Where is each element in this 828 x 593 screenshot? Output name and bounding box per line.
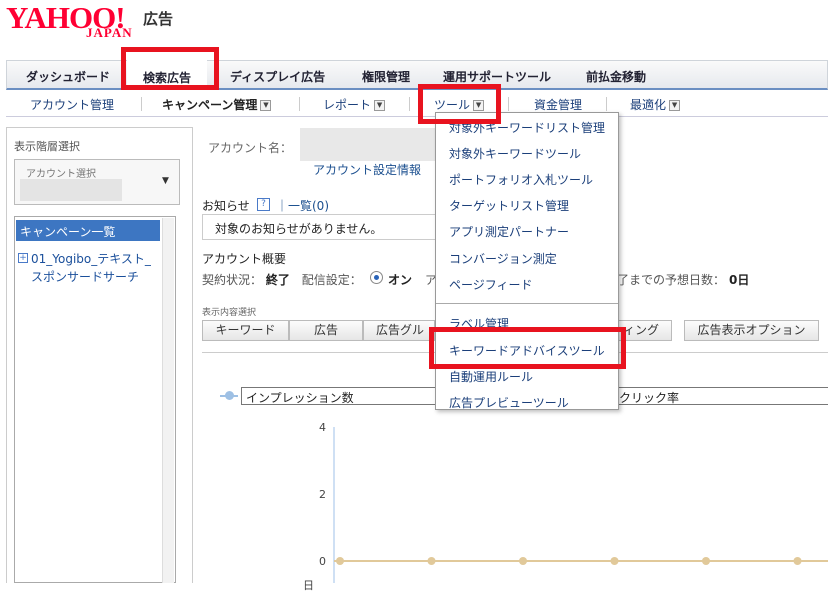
account-name-redacted bbox=[20, 179, 122, 201]
delivery-on-radio[interactable] bbox=[370, 271, 383, 284]
metric2-select[interactable]: クリック率 bbox=[600, 387, 828, 405]
menu-divider bbox=[436, 303, 618, 304]
menu-auto-rules[interactable]: 自動運用ルール bbox=[449, 368, 533, 385]
contract-status: 契約状況： 終了 配信設定： bbox=[202, 271, 362, 288]
campaign-list-scrollbar[interactable] bbox=[162, 218, 174, 583]
tab-support-tools[interactable]: 運用サポートツール bbox=[443, 68, 551, 85]
highlight-tools bbox=[418, 84, 501, 124]
menu-conversion[interactable]: コンバージョン測定 bbox=[449, 250, 557, 267]
tab-permissions[interactable]: 権限管理 bbox=[362, 68, 410, 85]
help-icon[interactable]: ? bbox=[257, 198, 270, 211]
predict-value: 0日 bbox=[729, 273, 750, 287]
account-settings-link[interactable]: アカウント設定情報 bbox=[313, 161, 421, 178]
subnav-optimization-label: 最適化 bbox=[630, 98, 667, 112]
notice-list-link[interactable]: ｜一覧(0) bbox=[276, 197, 329, 214]
display-select-label: 表示内容選択 bbox=[202, 308, 257, 318]
account-name-redacted bbox=[300, 128, 440, 161]
tab-display-ads[interactable]: ディスプレイ広告 bbox=[230, 68, 325, 85]
y-tick-labels: 4 2 0 bbox=[319, 421, 326, 568]
y-tick-label: 2 bbox=[319, 488, 326, 501]
performance-chart: 4 2 0 bbox=[319, 421, 828, 583]
sub-nav: アカウント管理 キャンペーン管理 ▼ レポート ▼ ツール ▼ 資金管理 最適化 ▼ bbox=[6, 91, 828, 117]
subnav-report-label: レポート bbox=[323, 98, 372, 112]
predicted-days: 了までの予想日数： 0日 bbox=[617, 271, 749, 288]
data-point[interactable] bbox=[427, 557, 436, 565]
subnav-campaign-label: キャンペーン管理 bbox=[162, 98, 258, 112]
tab-ad-group[interactable]: 広告グル bbox=[363, 320, 435, 341]
campaign-list-header[interactable]: キャンペーン一覧 bbox=[16, 220, 160, 241]
legend-dot-icon bbox=[225, 391, 234, 400]
account-select-label: アカウント選択 bbox=[26, 169, 96, 180]
y-tick-label: 4 bbox=[319, 421, 326, 434]
account-overview-label: アカウント概要 bbox=[202, 252, 287, 266]
subnav-account-management[interactable]: アカウント管理 bbox=[30, 96, 114, 113]
menu-negative-keyword-tool[interactable]: 対象外キーワードツール bbox=[449, 145, 581, 162]
subnav-report[interactable]: レポート ▼ bbox=[323, 96, 386, 113]
logo-ad-text: 広告 bbox=[143, 10, 174, 28]
chevron-down-icon[interactable]: ▼ bbox=[162, 176, 169, 186]
hierarchy-title: 表示階層選択 bbox=[14, 140, 80, 153]
menu-portfolio-bidding[interactable]: ポートフォリオ入札ツール bbox=[449, 171, 593, 188]
subnav-campaign-management[interactable]: キャンペーン管理 ▼ bbox=[162, 96, 272, 113]
predict-label: 了までの予想日数： bbox=[617, 273, 726, 287]
subnav-funds[interactable]: 資金管理 bbox=[534, 96, 582, 113]
delivery-label: 配信設定： bbox=[301, 273, 362, 287]
chevron-down-icon[interactable]: ▼ bbox=[260, 100, 272, 111]
data-point[interactable] bbox=[336, 557, 344, 565]
highlight-keyword-advice bbox=[429, 327, 626, 369]
account-name-label: アカウント名： bbox=[208, 141, 293, 155]
subnav-optimization[interactable]: 最適化 ▼ bbox=[630, 96, 681, 113]
expand-icon[interactable]: + bbox=[18, 253, 28, 263]
data-point[interactable] bbox=[702, 557, 710, 565]
tab-ad-extensions[interactable]: 広告表示オプション bbox=[684, 320, 819, 341]
chevron-down-icon[interactable]: ▼ bbox=[374, 100, 386, 111]
data-point[interactable] bbox=[610, 557, 619, 565]
metric1-select[interactable]: インプレッション数 bbox=[241, 387, 441, 405]
tab-dashboard[interactable]: ダッシュボード bbox=[26, 68, 110, 85]
tab-keyword[interactable]: キーワード bbox=[202, 320, 289, 341]
delivery-on-label: オン bbox=[388, 273, 413, 287]
data-point[interactable] bbox=[519, 557, 527, 565]
chevron-down-icon[interactable]: ▼ bbox=[669, 100, 681, 111]
campaign-item[interactable]: 01_Yogibo_テキスト_スポンサードサーチ bbox=[31, 250, 159, 286]
menu-app-measurement[interactable]: アプリ測定パートナー bbox=[449, 223, 569, 240]
menu-ad-preview[interactable]: 広告プレビューツール bbox=[449, 394, 569, 411]
yahoo-logo-sub: JAPAN bbox=[86, 25, 133, 40]
highlight-search-ads bbox=[121, 47, 219, 90]
menu-page-feed[interactable]: ページフィード bbox=[449, 276, 533, 293]
tab-targeting[interactable]: ィング bbox=[618, 320, 672, 341]
data-point[interactable] bbox=[793, 557, 802, 565]
contract-value: 終了 bbox=[265, 273, 290, 287]
contract-label: 契約状況： bbox=[202, 273, 263, 287]
y-tick-label: 0 bbox=[319, 555, 326, 568]
tab-ad[interactable]: 広告 bbox=[289, 320, 363, 341]
x-axis-date-label: 日 bbox=[303, 579, 314, 592]
tab-prepayment[interactable]: 前払金移動 bbox=[586, 68, 646, 85]
notice-text: 対象のお知らせがありません。 bbox=[215, 222, 383, 236]
menu-target-list[interactable]: ターゲットリスト管理 bbox=[449, 197, 569, 214]
notice-label: お知らせ bbox=[202, 199, 250, 213]
